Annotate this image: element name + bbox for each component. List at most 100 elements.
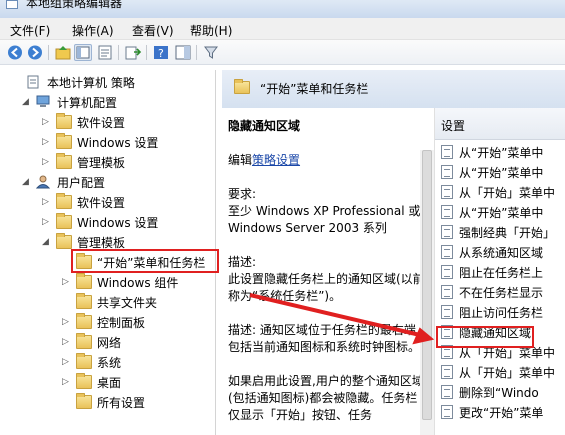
- back-arrow-icon[interactable]: [6, 44, 24, 61]
- list-item-label: 阻止访问任务栏: [459, 306, 544, 320]
- collapsed-arrow-icon[interactable]: ▷: [62, 377, 72, 387]
- tree-item[interactable]: ▷ 软件设置: [42, 112, 125, 132]
- menu-action[interactable]: 操作(A): [72, 22, 114, 39]
- description-label: 描述:: [228, 255, 257, 269]
- description-scrollbar[interactable]: [420, 150, 434, 435]
- tree-item[interactable]: ◢ 计算机配置: [22, 92, 117, 112]
- edit-policy-link[interactable]: 策略设置: [252, 153, 300, 167]
- tree-item-label: 桌面: [97, 375, 122, 390]
- tree-item[interactable]: ▷ 网络: [62, 332, 121, 352]
- details-header: “开始”菜单和任务栏: [222, 70, 565, 108]
- highlight-box-list: [436, 326, 534, 348]
- export-list-icon[interactable]: [124, 44, 142, 61]
- tree-item[interactable]: ▷ 控制面板: [62, 312, 145, 332]
- setting-icon: [441, 265, 453, 279]
- folder-icon: [56, 233, 72, 249]
- folder-icon: [56, 153, 72, 169]
- toolbar-separator: [118, 45, 119, 60]
- tree-item[interactable]: ◢ 用户配置: [22, 172, 105, 192]
- list-item[interactable]: 不在任务栏显示: [435, 282, 565, 302]
- collapsed-arrow-icon[interactable]: ▷: [42, 117, 52, 127]
- collapsed-arrow-icon[interactable]: ▷: [42, 197, 52, 207]
- tree-item[interactable]: 所有设置: [62, 392, 145, 412]
- up-folder-icon[interactable]: [54, 44, 72, 61]
- tree-item-label: 管理模板: [77, 235, 126, 250]
- collapsed-arrow-icon[interactable]: ▷: [62, 337, 72, 347]
- folder-icon: [56, 133, 72, 149]
- list-item-label: 阻止在任务栏上: [459, 266, 544, 280]
- list-item[interactable]: 从「开始」菜单中: [435, 182, 565, 202]
- no-arrow: [12, 77, 22, 87]
- tree-item[interactable]: ▷ 系统: [62, 352, 121, 372]
- folder-icon: [56, 193, 72, 209]
- tree-item-label: Windows 组件: [97, 275, 179, 290]
- folder-icon: [76, 293, 92, 309]
- show-hide-tree-icon[interactable]: [74, 44, 92, 61]
- list-item[interactable]: 删除到“Windo: [435, 382, 565, 402]
- list-item[interactable]: 从“开始”菜单中: [435, 202, 565, 222]
- tree-item[interactable]: ▷ Windows 设置: [42, 132, 158, 152]
- title-bar[interactable]: 本地组策略编辑器: [0, 0, 565, 18]
- list-item[interactable]: 从「开始」菜单中: [435, 362, 565, 382]
- requirements-label: 要求:: [228, 187, 257, 201]
- list-item[interactable]: 从“开始”菜单中: [435, 162, 565, 182]
- folder-icon: [76, 333, 92, 349]
- requirements-text: 至少 Windows XP Professional 或 Windows Ser…: [228, 204, 421, 235]
- filter-icon[interactable]: [202, 44, 220, 61]
- tree-item[interactable]: 共享文件夹: [62, 292, 157, 312]
- app-icon: [6, 0, 18, 9]
- collapsed-arrow-icon[interactable]: ▷: [62, 317, 72, 327]
- list-item[interactable]: 从系统通知区域: [435, 242, 565, 262]
- properties-icon[interactable]: [96, 44, 114, 61]
- setting-icon: [441, 365, 453, 379]
- expanded-arrow-icon[interactable]: ◢: [42, 237, 52, 247]
- expanded-arrow-icon[interactable]: ◢: [22, 177, 32, 187]
- show-pane-icon[interactable]: [174, 44, 192, 61]
- list-item[interactable]: 更改“开始”菜单: [435, 402, 565, 422]
- details-header-title: “开始”菜单和任务栏: [260, 82, 369, 96]
- list-item[interactable]: 从“开始”菜单中: [435, 142, 565, 162]
- toolbar: ?: [0, 40, 565, 65]
- tree-item[interactable]: ▷ 软件设置: [42, 192, 125, 212]
- collapsed-arrow-icon[interactable]: ▷: [42, 217, 52, 227]
- list-item[interactable]: 阻止在任务栏上: [435, 262, 565, 282]
- menu-file[interactable]: 文件(F): [10, 22, 50, 39]
- forward-arrow-icon[interactable]: [26, 44, 44, 61]
- tree-item-label: Windows 设置: [77, 135, 159, 150]
- tree-item-label: 用户配置: [57, 175, 106, 190]
- setting-icon: [441, 385, 453, 399]
- menu-bar: 文件(F) 操作(A) 查看(V) 帮助(H): [0, 18, 565, 40]
- setting-icon: [441, 225, 453, 239]
- tree-item[interactable]: 本地计算机 策略: [12, 72, 135, 92]
- list-item[interactable]: 阻止访问任务栏: [435, 302, 565, 322]
- collapsed-arrow-icon[interactable]: ▷: [62, 277, 72, 287]
- window-title: 本地组策略编辑器: [26, 0, 123, 10]
- scrollbar-thumb[interactable]: [422, 150, 432, 420]
- setting-icon: [441, 285, 453, 299]
- tree-item[interactable]: ▷ 管理模板: [42, 152, 125, 172]
- tree-item-label: 所有设置: [97, 395, 146, 410]
- collapsed-arrow-icon[interactable]: ▷: [42, 157, 52, 167]
- expanded-arrow-icon[interactable]: ◢: [22, 97, 32, 107]
- menu-help[interactable]: 帮助(H): [190, 22, 232, 39]
- tree-item-label: 管理模板: [77, 155, 126, 170]
- tree-item[interactable]: ▷ Windows 设置: [42, 212, 158, 232]
- collapsed-arrow-icon[interactable]: ▷: [42, 137, 52, 147]
- list-item-label: 从“开始”菜单中: [459, 166, 544, 180]
- collapsed-arrow-icon[interactable]: ▷: [62, 357, 72, 367]
- folder-icon: [76, 273, 92, 289]
- tree-item[interactable]: ▷ Windows 组件: [62, 272, 178, 292]
- tree-item-label: 网络: [97, 335, 122, 350]
- group-policy-editor-window: 本地组策略编辑器 文件(F) 操作(A) 查看(V) 帮助(H) ? 本地计算机…: [0, 0, 565, 435]
- tree-item[interactable]: ▷ 桌面: [62, 372, 121, 392]
- details-pane: “开始”菜单和任务栏 隐藏通知区域 编辑策略设置 要求: 至少 Windows …: [222, 70, 565, 435]
- setting-icon: [441, 185, 453, 199]
- list-item[interactable]: 强制经典「开始」: [435, 222, 565, 242]
- menu-view[interactable]: 查看(V): [132, 22, 174, 39]
- help-icon[interactable]: ?: [152, 44, 170, 61]
- setting-icon: [441, 205, 453, 219]
- list-item-label: 从「开始」菜单中: [459, 366, 556, 380]
- toolbar-separator: [48, 45, 49, 60]
- column-header-setting[interactable]: 设置: [435, 108, 565, 140]
- list-item-label: 更改“开始”菜单: [459, 406, 544, 420]
